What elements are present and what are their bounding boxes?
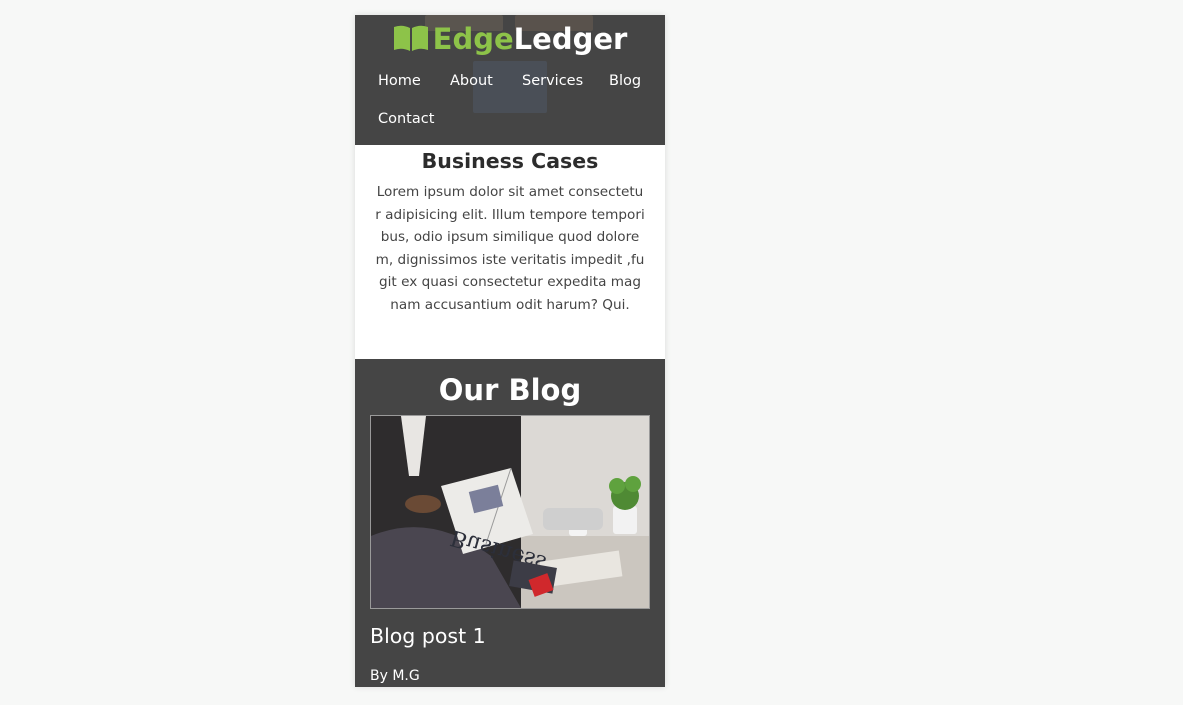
blog-section: Our Blog Business Blog post 1 By M.G (355, 359, 665, 687)
logo-text-ledger: Ledger (513, 22, 628, 56)
nav-item-home[interactable]: Home (378, 69, 421, 93)
nav-item-services[interactable]: Services (522, 69, 583, 93)
logo-text-edge: Edge (432, 22, 514, 56)
site-header: EdgeLedger Home About Services Blog Cont… (355, 15, 665, 145)
nav-item-blog[interactable]: Blog (609, 69, 642, 145)
site-logo[interactable]: EdgeLedger (355, 20, 665, 61)
blog-heading: Our Blog (438, 373, 582, 407)
business-cases-heading: Business Cases (421, 149, 599, 173)
nav-item-about[interactable]: About (450, 69, 493, 93)
page-frame: EdgeLedger Home About Services Blog Cont… (355, 15, 665, 687)
blog-post-title[interactable]: Blog post 1 (370, 621, 486, 651)
nav-item-contact[interactable]: Contact (378, 107, 434, 131)
blog-post-image[interactable]: Business (370, 415, 650, 609)
newspaper-reader-illustration: Business (371, 416, 649, 608)
business-cases-text: Lorem ipsum dolor sit amet consectetur a… (375, 184, 645, 313)
blog-post-author: By M.G (370, 668, 420, 684)
business-cases-section: Business Cases Lorem ipsum dolor sit ame… (355, 145, 665, 359)
book-icon (393, 23, 429, 61)
